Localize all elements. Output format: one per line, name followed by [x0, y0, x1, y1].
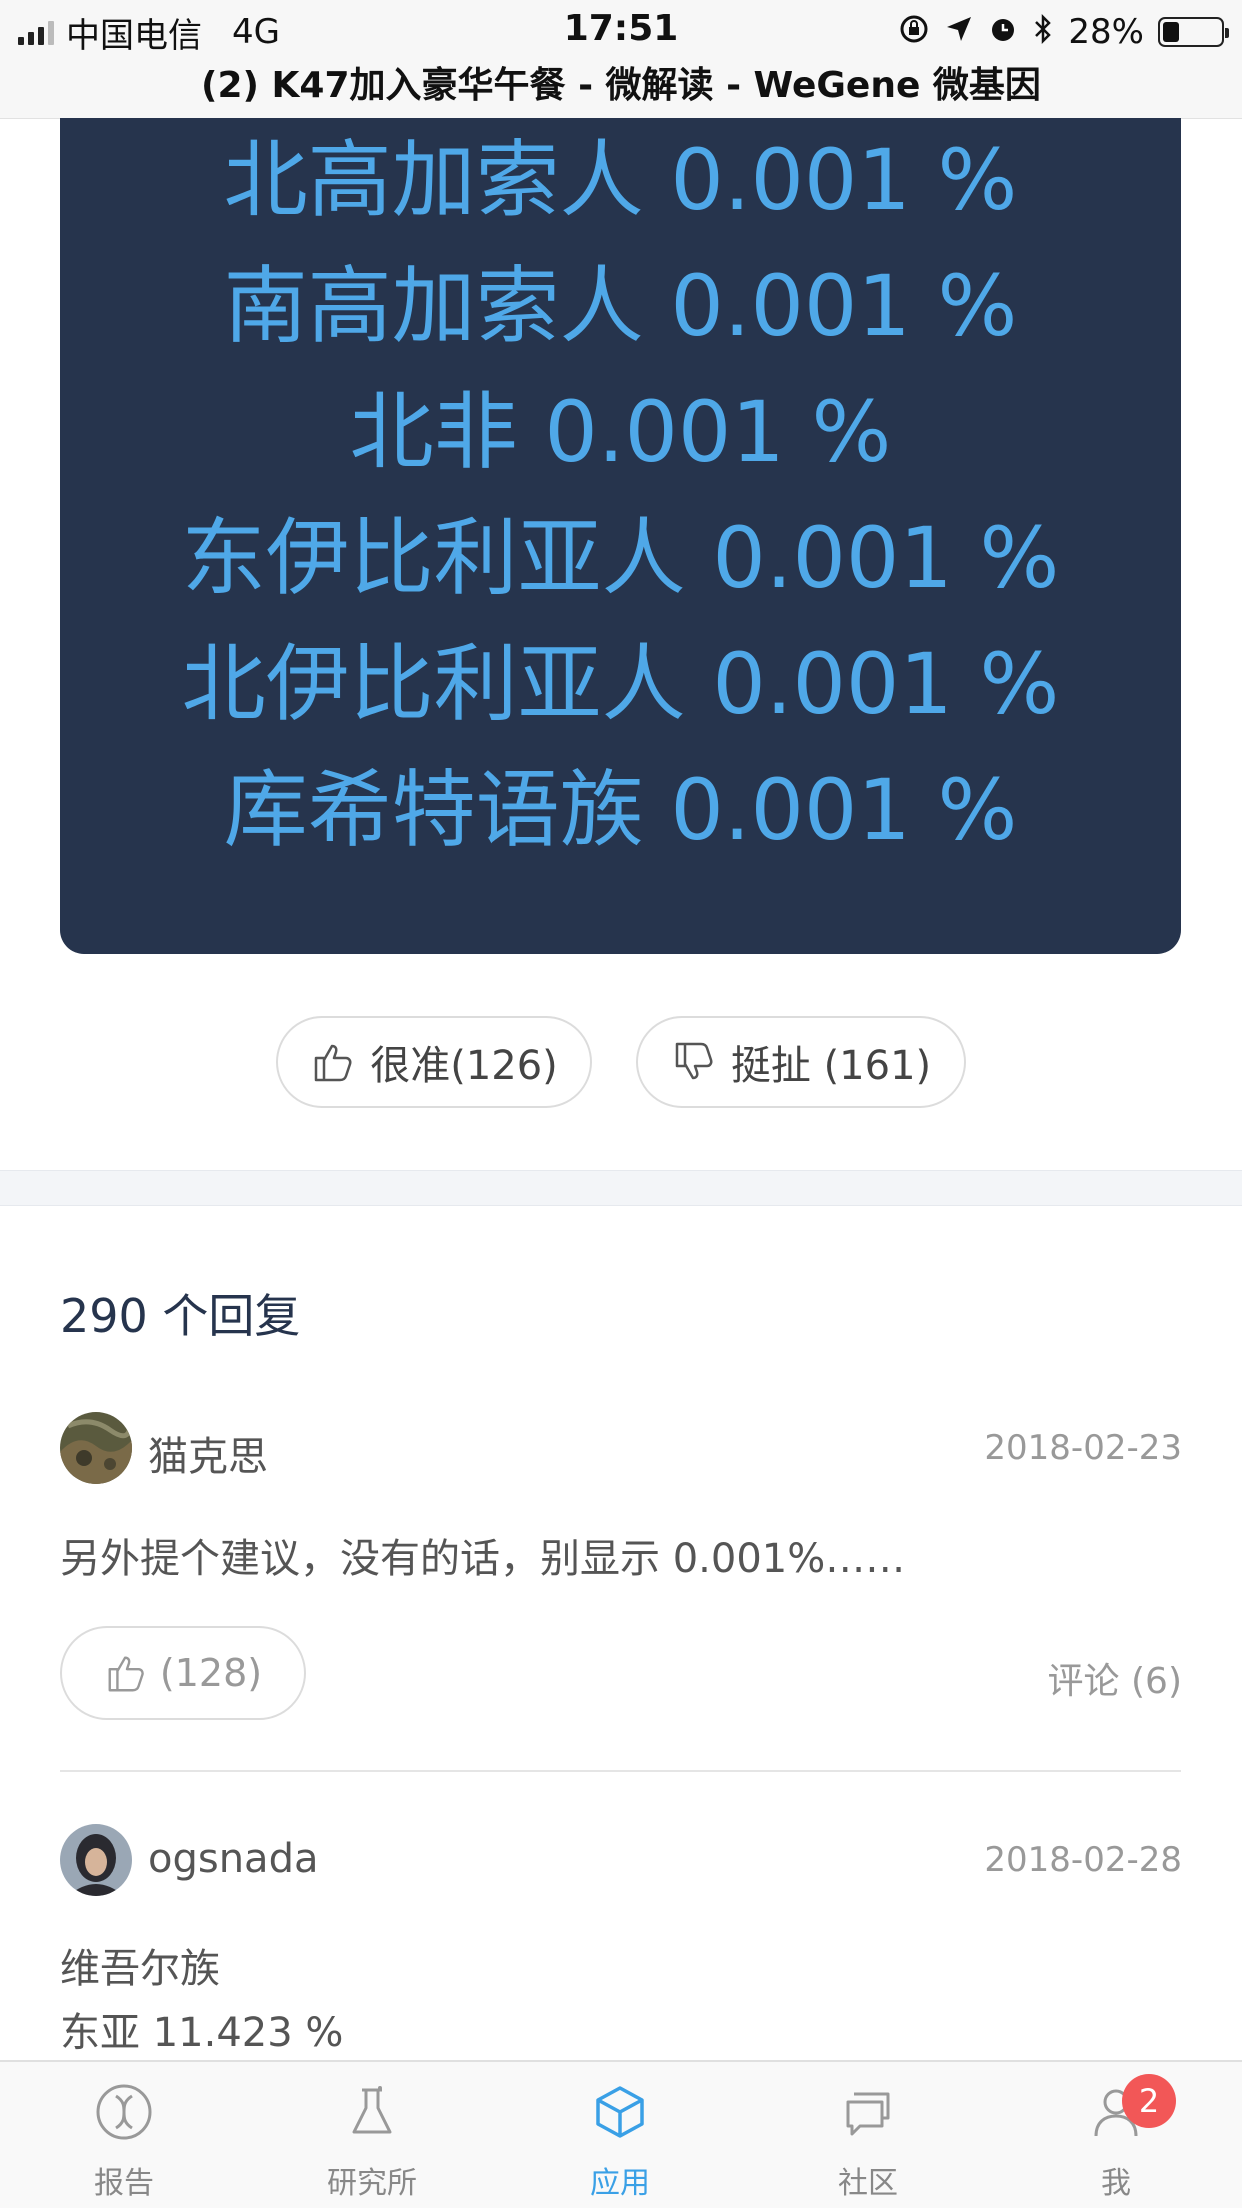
chat-icon [846, 2092, 890, 2136]
accurate-vote-label: 很准(126) [370, 1043, 558, 1089]
location-icon [944, 14, 974, 50]
alarm-icon [988, 14, 1018, 50]
dna-icon [96, 2084, 152, 2140]
status-bar: 中国电信 4G 17:51 28% (2) K47加入豪华午餐 - 微解读 - … [0, 0, 1242, 119]
ancestry-result-line: 东伊比利亚人 0.001 % [181, 509, 1060, 607]
comment-text: 维吾尔族 [60, 1946, 220, 1992]
ancestry-result-card: 北高加索人 0.001 % 南高加索人 0.001 % 北非 0.001 % 东… [60, 118, 1181, 954]
tab-label: 社区 [838, 2166, 898, 2201]
comment-username[interactable]: 猫克思 [148, 1424, 268, 1482]
comment-username[interactable]: ogsnada [148, 1836, 318, 1882]
thumbs-up-icon [314, 1044, 352, 1082]
tab-apps[interactable]: 应用 [496, 2062, 744, 2208]
battery-icon [1158, 17, 1229, 47]
comment-text: 东亚 11.423 % [60, 2010, 344, 2056]
ancestry-result-line: 南高加索人 0.001 % [223, 257, 1018, 355]
tab-label: 研究所 [327, 2166, 417, 2201]
comment-separator [60, 1770, 1181, 1772]
ancestry-result-line: 北高加索人 0.001 % [223, 131, 1018, 229]
avatar[interactable] [60, 1824, 132, 1896]
comment-like-count: (128) [159, 1651, 263, 1695]
notification-badge: 2 [1122, 2074, 1176, 2128]
reply-count: 290 个回复 [60, 1289, 301, 1343]
tab-label: 应用 [590, 2166, 650, 2201]
ancestry-result-line: 库希特语族 0.001 % [223, 761, 1018, 859]
flask-icon [352, 2086, 392, 2134]
inaccurate-vote-label: 挺扯 (161) [730, 1043, 932, 1089]
comment-like-button[interactable]: (128) [60, 1626, 306, 1720]
avatar[interactable] [60, 1412, 132, 1484]
app-screen: 中国电信 4G 17:51 28% (2) K47加入豪华午餐 - 微解读 - … [0, 0, 1242, 2208]
status-right: 28% [898, 10, 1229, 54]
battery-percent: 28% [1068, 12, 1144, 52]
tab-institute[interactable]: 研究所 [248, 2062, 496, 2208]
bottom-tab-bar: 报告 研究所 应用 社区 我 [0, 2060, 1242, 2208]
comment-text: 另外提个建议，没有的话，别显示 0.001%…… [60, 1536, 906, 1582]
ancestry-result-line: 北伊比利亚人 0.001 % [181, 635, 1060, 733]
inaccurate-vote-button[interactable]: 挺扯 (161) [636, 1016, 966, 1108]
comment-date: 2018-02-28 [984, 1840, 1182, 1880]
battery-level [1163, 22, 1179, 42]
rotation-lock-icon [898, 13, 930, 51]
page-title: (2) K47加入豪华午餐 - 微解读 - WeGene 微基因 [201, 65, 1041, 106]
thumbs-down-icon [675, 1042, 713, 1080]
tab-me[interactable]: 我 [992, 2062, 1240, 2208]
tab-report[interactable]: 报告 [0, 2062, 248, 2208]
comment-date: 2018-02-23 [984, 1428, 1182, 1468]
comment-replies-link[interactable]: 评论 (6) [1048, 1652, 1182, 1704]
bluetooth-icon [1032, 13, 1054, 51]
section-divider [0, 1170, 1242, 1206]
tab-label: 报告 [94, 2166, 154, 2201]
ancestry-result-line: 北非 0.001 % [349, 383, 892, 481]
tab-label: 我 [1101, 2166, 1131, 2201]
tab-community[interactable]: 社区 [744, 2062, 992, 2208]
cube-icon [596, 2086, 644, 2138]
accurate-vote-button[interactable]: 很准(126) [276, 1016, 592, 1108]
thumbs-up-icon [108, 1656, 144, 1692]
